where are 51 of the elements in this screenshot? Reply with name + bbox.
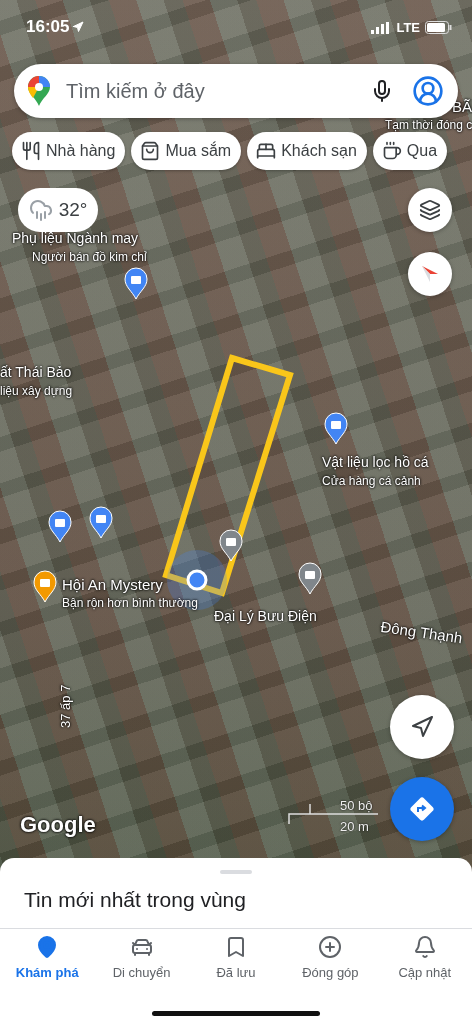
layers-button[interactable]	[408, 188, 452, 232]
rain-cloud-icon	[28, 198, 53, 222]
network-label: LTE	[396, 20, 420, 35]
scale-imperial: 50 bộ	[340, 798, 373, 813]
place-subtitle: Bận rộn hơn bình thường	[62, 596, 198, 610]
category-chip[interactable]: Khách sạn	[247, 132, 367, 170]
my-location-button[interactable]	[390, 695, 454, 759]
account-icon[interactable]	[412, 75, 444, 107]
map-attribution: Google	[20, 812, 96, 838]
place-subtitle: Tạm thời đóng c	[385, 118, 472, 132]
weather-pill[interactable]: 32°	[18, 188, 98, 232]
bottom-sheet[interactable]: Tin mới nhất trong vùng	[0, 858, 472, 928]
scale-metric: 20 m	[340, 819, 369, 834]
status-time: 16:05	[26, 17, 85, 37]
signal-icon	[371, 21, 392, 34]
nav-tab[interactable]: Cập nhật	[377, 935, 472, 987]
category-chip[interactable]: Mua sắm	[131, 132, 242, 170]
bag-icon	[140, 141, 161, 161]
temperature: 32°	[58, 199, 88, 221]
compass-icon	[420, 264, 440, 284]
location-arrow-icon	[72, 21, 85, 33]
maps-logo-icon	[28, 76, 50, 106]
place-label[interactable]: 37 ấp 7	[58, 684, 73, 728]
place-subtitle: Người bán đồ kim chỉ	[32, 250, 147, 264]
category-chip[interactable]: Qua	[372, 132, 448, 170]
place-label[interactable]: Đại Lý Bưu Điện	[214, 608, 317, 624]
bed-icon	[256, 141, 277, 161]
nav-tab[interactable]: Đóng góp	[283, 935, 378, 987]
sheet-title: Tin mới nhất trong vùng	[24, 888, 246, 912]
place-subtitle: Cửa hàng cá cảnh	[322, 474, 421, 488]
battery-icon	[425, 21, 452, 34]
search-field[interactable]: Tìm kiếm ở đây	[64, 78, 370, 104]
plus-circle-icon	[318, 935, 343, 959]
layers-icon	[419, 199, 441, 221]
navigation-arrow-icon	[410, 715, 434, 739]
drag-handle[interactable]	[220, 870, 252, 874]
compass-button[interactable]	[408, 252, 452, 296]
place-label[interactable]: Phụ liệu Ngành may	[12, 230, 139, 246]
place-label[interactable]: ất Thái Bảo	[0, 364, 72, 380]
bell-icon	[412, 935, 437, 959]
place-subtitle: liệu xây dựng	[0, 384, 73, 398]
directions-button[interactable]	[390, 777, 454, 841]
category-chip[interactable]: Nhà hàng	[12, 132, 126, 170]
place-label[interactable]: Hội An Mystery	[62, 576, 163, 593]
place-label[interactable]: Đông Thạnh	[379, 618, 464, 647]
nav-tab[interactable]: Di chuyển	[94, 935, 189, 987]
cup-icon	[381, 141, 402, 161]
nav-tab[interactable]: Khám phá	[0, 935, 95, 987]
nav-tab[interactable]: Đã lưu	[188, 935, 284, 987]
utensils-icon	[21, 141, 41, 161]
place-label[interactable]: Vật liệu lọc hồ cá	[322, 454, 429, 470]
